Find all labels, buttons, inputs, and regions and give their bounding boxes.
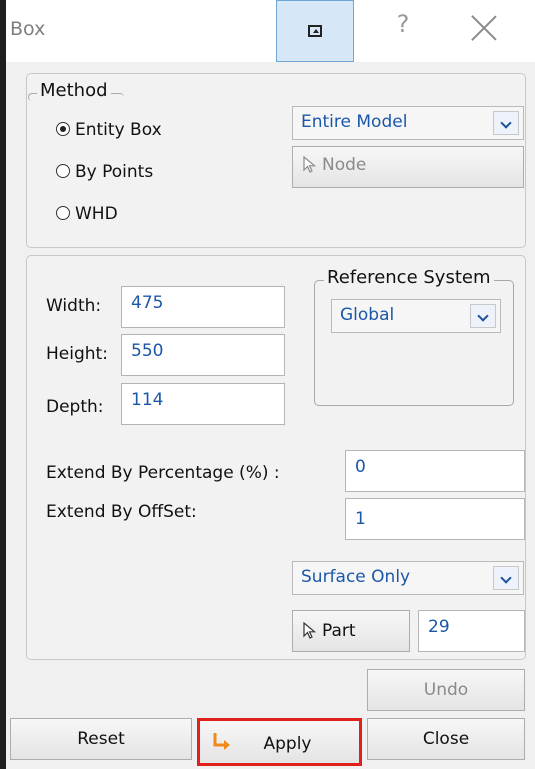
radio-unchecked-icon	[56, 164, 70, 178]
width-value: 475	[131, 293, 164, 313]
depth-label: Depth:	[46, 397, 104, 417]
surface-combo-value: Surface Only	[301, 567, 411, 587]
reference-system-value: Global	[340, 305, 395, 325]
radio-entity-box[interactable]: Entity Box	[56, 120, 162, 140]
window-left-edge	[0, 0, 6, 769]
scope-combo-value: Entire Model	[301, 112, 408, 132]
height-field[interactable]: 550	[121, 334, 285, 376]
undo-button-label: Undo	[423, 680, 469, 700]
reference-system-combo[interactable]: Global	[331, 299, 501, 333]
part-value: 29	[428, 617, 450, 637]
radio-by-points[interactable]: By Points	[56, 162, 153, 182]
depth-value: 114	[131, 390, 164, 410]
height-label: Height:	[46, 344, 108, 364]
extend-percentage-label: Extend By Percentage (%) :	[46, 463, 280, 483]
undo-button[interactable]: Undo	[367, 669, 525, 711]
extend-offset-value: 1	[355, 509, 366, 529]
close-button[interactable]: Close	[367, 718, 525, 760]
window-title: Box	[10, 18, 46, 40]
close-button-label: Close	[422, 729, 470, 749]
dropdown-arrow-icon	[493, 566, 519, 590]
node-button[interactable]: Node	[292, 146, 524, 188]
surface-combo[interactable]: Surface Only	[292, 561, 524, 595]
scope-combo[interactable]: Entire Model	[292, 106, 524, 140]
radio-by-points-label: By Points	[75, 162, 154, 182]
apply-button[interactable]: Apply	[197, 718, 362, 766]
extend-percentage-value: 0	[355, 457, 366, 477]
box-dialog: Box ? Method Entity Box By Points WHD En…	[0, 0, 535, 769]
extend-offset-field[interactable]: 1	[345, 498, 525, 540]
part-field[interactable]: 29	[418, 610, 525, 652]
method-legend: Method	[37, 80, 111, 101]
radio-entity-box-label: Entity Box	[75, 120, 162, 140]
node-button-label: Node	[322, 155, 367, 175]
cursor-arrow-icon	[303, 156, 317, 173]
close-icon[interactable]	[469, 14, 499, 44]
depth-field[interactable]: 114	[121, 383, 285, 425]
height-value: 550	[131, 341, 164, 361]
extend-offset-label: Extend By OffSet:	[46, 502, 197, 522]
title-bar: Box ?	[6, 0, 535, 62]
reference-system-legend: Reference System	[324, 267, 494, 288]
cursor-arrow-icon	[303, 622, 317, 639]
dropdown-arrow-icon	[470, 304, 496, 328]
apply-arrow-icon	[213, 733, 230, 750]
reset-button[interactable]: Reset	[10, 718, 192, 760]
extend-percentage-field[interactable]: 0	[345, 450, 525, 492]
radio-unchecked-icon	[56, 206, 70, 220]
pin-window-button[interactable]	[276, 0, 354, 62]
width-label: Width:	[46, 296, 102, 316]
part-button[interactable]: Part	[292, 610, 410, 652]
width-field[interactable]: 475	[121, 286, 285, 328]
reset-button-label: Reset	[77, 729, 125, 749]
help-icon[interactable]: ?	[388, 10, 418, 46]
apply-button-label: Apply	[263, 734, 312, 754]
pin-window-icon	[308, 25, 322, 37]
radio-checked-icon	[56, 122, 70, 136]
dropdown-arrow-icon	[493, 111, 519, 135]
radio-whd[interactable]: WHD	[56, 204, 118, 224]
part-button-label: Part	[322, 621, 356, 641]
radio-whd-label: WHD	[75, 204, 118, 224]
